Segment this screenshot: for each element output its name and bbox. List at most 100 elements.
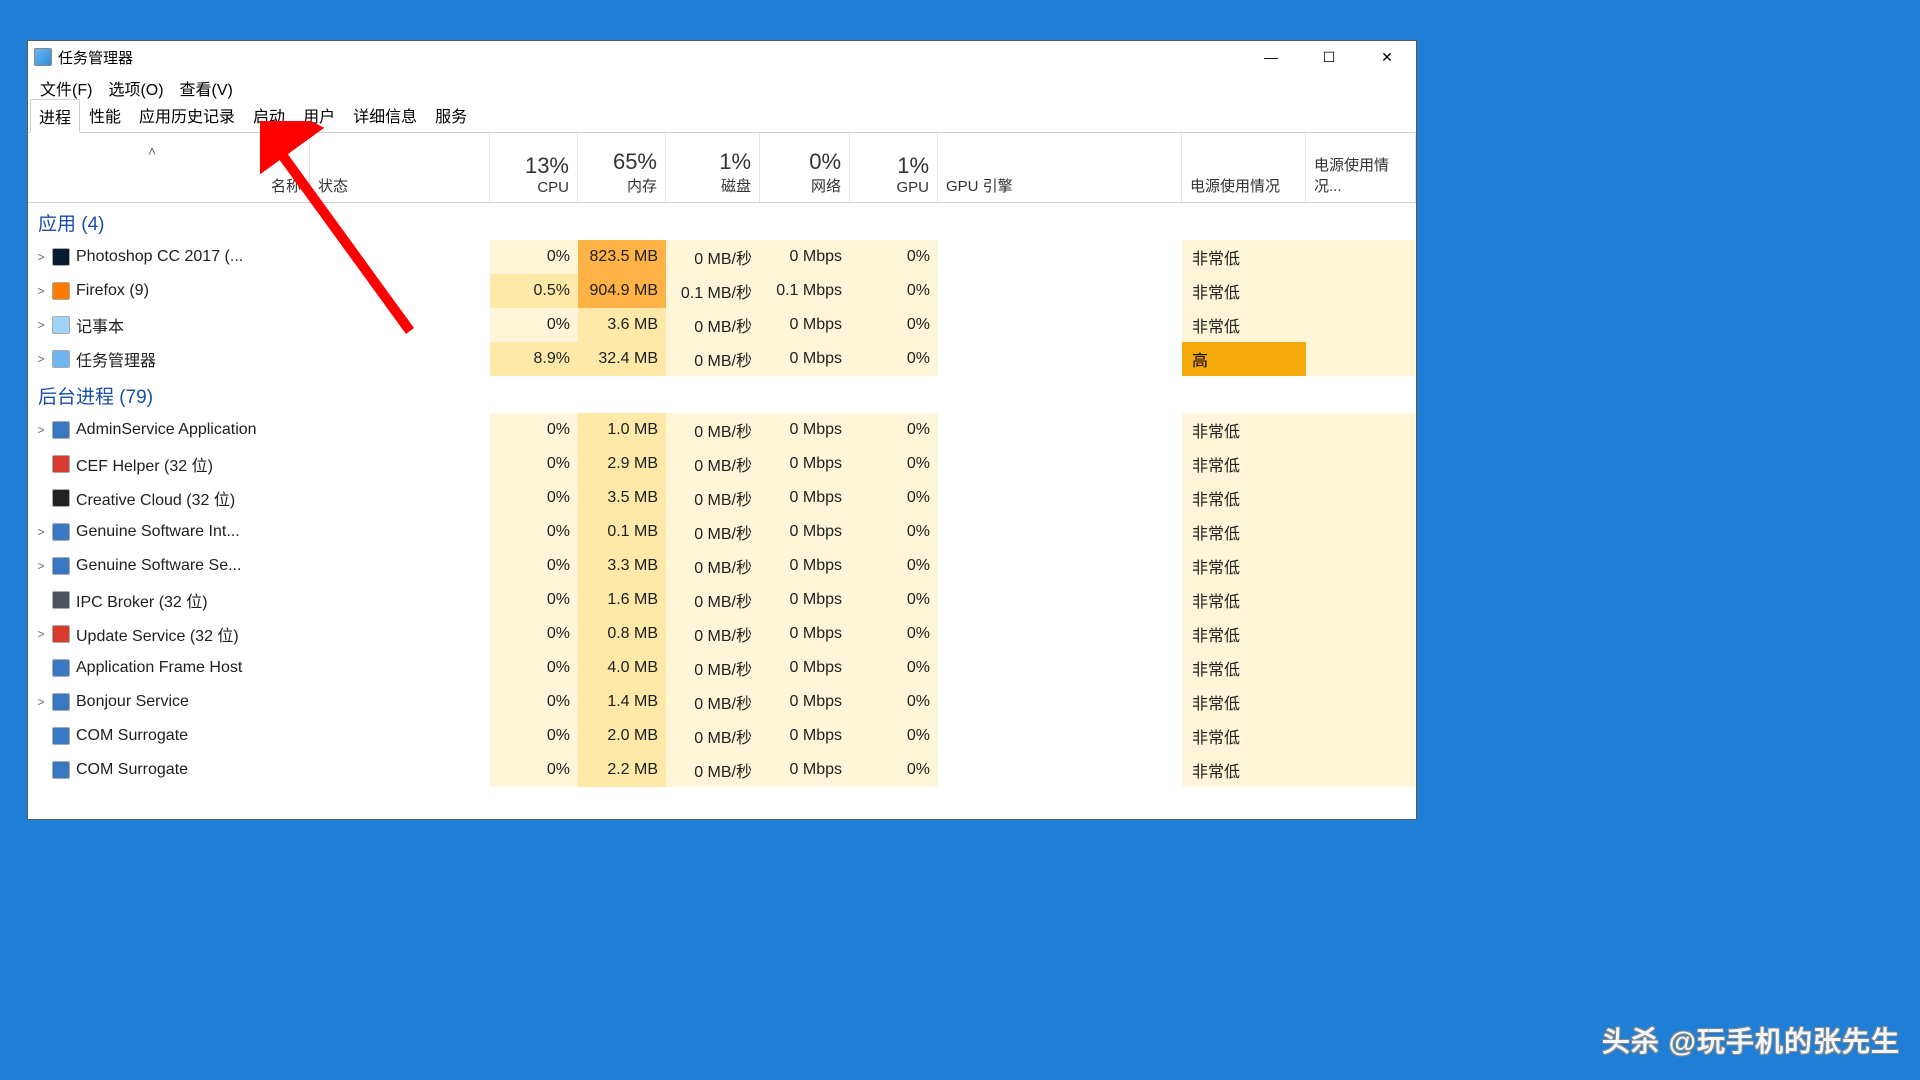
col-name[interactable]: 名称 ˄ (28, 133, 310, 202)
status-cell (310, 447, 490, 481)
process-name: 记事本 (76, 313, 124, 337)
process-name-cell[interactable]: CEF Helper (32 位) (28, 447, 310, 481)
process-name: Bonjour Service (76, 693, 189, 711)
table-row[interactable]: >Photoshop CC 2017 (...0%823.5 MB0 MB/秒0… (28, 240, 1416, 274)
maximize-button[interactable]: ☐ (1300, 41, 1358, 73)
disk-cell: 0 MB/秒 (666, 447, 760, 481)
process-name-cell[interactable]: > Bonjour Service (28, 685, 310, 719)
tab-processes[interactable]: 进程 (30, 99, 80, 133)
process-name-cell[interactable]: >Genuine Software Int... (28, 515, 310, 549)
table-row[interactable]: >Bonjour Service0%1.4 MB0 MB/秒0 Mbps0%非常… (28, 685, 1416, 719)
table-row[interactable]: >AdminService Application0%1.0 MB0 MB/秒0… (28, 413, 1416, 447)
process-name-cell[interactable]: Application Frame Host (28, 651, 310, 685)
process-name-cell[interactable]: Creative Cloud (32 位) (28, 481, 310, 515)
table-row[interactable]: >Firefox (9)0.5%904.9 MB0.1 MB/秒0.1 Mbps… (28, 274, 1416, 308)
expand-chevron-icon[interactable]: > (36, 352, 46, 366)
col-memory[interactable]: 65% 内存 (578, 133, 666, 202)
process-name-cell[interactable]: >AdminService Application (28, 413, 310, 447)
process-name-cell[interactable]: > Genuine Software Se... (28, 549, 310, 583)
network-cell: 0 Mbps (760, 753, 850, 787)
memory-cell: 823.5 MB (578, 240, 666, 274)
table-row[interactable]: >Genuine Software Se...0%3.3 MB0 MB/秒0 M… (28, 549, 1416, 583)
gpu-engine-cell (938, 753, 1182, 787)
table-row[interactable]: >Genuine Software Int...0%0.1 MB0 MB/秒0 … (28, 515, 1416, 549)
tab-services[interactable]: 服务 (426, 98, 476, 132)
process-name: Genuine Software Se... (76, 557, 241, 575)
expand-chevron-icon[interactable]: > (36, 423, 46, 437)
process-name-cell[interactable]: COM Surrogate (28, 753, 310, 787)
power-cell: 非常低 (1182, 515, 1306, 549)
process-table-body[interactable]: 应用 (4) > Photoshop CC 2017 (... 0% 823.5 MB 0… (28, 203, 1416, 819)
table-row[interactable]: >Update Service (32 位)0%0.8 MB0 MB/秒0 Mb… (28, 617, 1416, 651)
col-cpu[interactable]: 13% CPU (490, 133, 578, 202)
cpu-cell: 0% (490, 583, 578, 617)
col-network-label: 网络 (811, 175, 841, 196)
network-cell: 0 Mbps (760, 651, 850, 685)
expand-chevron-icon[interactable]: > (36, 250, 46, 264)
expand-chevron-icon[interactable]: > (36, 559, 46, 573)
table-row[interactable]: IPC Broker (32 位)0%1.6 MB0 MB/秒0 Mbps0%非… (28, 583, 1416, 617)
process-name-cell[interactable]: > Photoshop CC 2017 (... (28, 240, 310, 274)
process-name: Firefox (9) (76, 282, 149, 300)
table-row[interactable]: CEF Helper (32 位)0%2.9 MB0 MB/秒0 Mbps0%非… (28, 447, 1416, 481)
table-row[interactable]: COM Surrogate0%2.0 MB0 MB/秒0 Mbps0%非常低 (28, 719, 1416, 753)
group-header-apps[interactable]: 应用 (4) (28, 203, 1416, 240)
tab-startup[interactable]: 启动 (244, 98, 294, 132)
memory-cell: 3.5 MB (578, 481, 666, 515)
table-row[interactable]: COM Surrogate0%2.2 MB0 MB/秒0 Mbps0%非常低 (28, 753, 1416, 787)
col-power-trend[interactable]: 电源使用情况... (1306, 133, 1416, 202)
expand-chevron-icon[interactable]: > (36, 627, 46, 641)
expand-chevron-icon[interactable]: > (36, 318, 46, 332)
col-network[interactable]: 0% 网络 (760, 133, 850, 202)
memory-cell: 1.6 MB (578, 583, 666, 617)
close-button[interactable]: ✕ (1358, 41, 1416, 73)
gpu-cell: 0% (850, 481, 938, 515)
status-cell (310, 240, 490, 274)
col-disk[interactable]: 1% 磁盘 (666, 133, 760, 202)
process-name: Photoshop CC 2017 (... (76, 248, 243, 266)
col-gpu-engine[interactable]: GPU 引擎 (938, 133, 1182, 202)
expand-chevron-icon[interactable]: > (36, 284, 46, 298)
tab-users[interactable]: 用户 (294, 98, 344, 132)
status-cell (310, 549, 490, 583)
power-trend-cell (1306, 274, 1416, 308)
table-row[interactable]: Application Frame Host0%4.0 MB0 MB/秒0 Mb… (28, 651, 1416, 685)
table-row[interactable]: >记事本0%3.6 MB0 MB/秒0 Mbps0%非常低 (28, 308, 1416, 342)
cpu-cell: 0% (490, 753, 578, 787)
disk-cell: 0 MB/秒 (666, 719, 760, 753)
process-name-cell[interactable]: >Update Service (32 位) (28, 617, 310, 651)
cpu-cell: 0% (490, 617, 578, 651)
cpu-cell: 0% (490, 447, 578, 481)
disk-cell: 0 MB/秒 (666, 413, 760, 447)
process-name-cell[interactable]: COM Surrogate (28, 719, 310, 753)
minimize-button[interactable]: — (1242, 41, 1300, 73)
adobe-icon (52, 455, 70, 473)
tab-details[interactable]: 详细信息 (344, 98, 426, 132)
col-gpu[interactable]: 1% GPU (850, 133, 938, 202)
group-header-background[interactable]: 后台进程 (79) (28, 376, 1416, 413)
process-name-cell[interactable]: > Firefox (9) (28, 274, 310, 308)
tab-strip: 进程性能应用历史记录启动用户详细信息服务 (28, 103, 1416, 133)
memory-cell: 4.0 MB (578, 651, 666, 685)
gpu-engine-cell (938, 240, 1182, 274)
expand-chevron-icon[interactable]: > (36, 695, 46, 709)
col-cpu-pct: 13% (525, 153, 569, 179)
task-manager-window: 任务管理器 — ☐ ✕ 文件(F) 选项(O) 查看(V) 进程性能应用历史记录… (27, 40, 1417, 820)
power-trend-cell (1306, 481, 1416, 515)
memory-cell: 32.4 MB (578, 342, 666, 376)
tab-performance[interactable]: 性能 (80, 98, 130, 132)
process-name-cell[interactable]: > 记事本 (28, 308, 310, 342)
tab-app-history[interactable]: 应用历史记录 (130, 98, 244, 132)
titlebar[interactable]: 任务管理器 — ☐ ✕ (28, 41, 1416, 73)
col-status[interactable]: 状态 (310, 133, 490, 202)
expand-chevron-icon[interactable]: > (36, 525, 46, 539)
table-row[interactable]: Creative Cloud (32 位)0%3.5 MB0 MB/秒0 Mbp… (28, 481, 1416, 515)
process-name-cell[interactable]: IPC Broker (32 位) (28, 583, 310, 617)
process-name-cell[interactable]: >任务管理器 (28, 342, 310, 376)
col-status-label: 状态 (318, 175, 481, 196)
memory-cell: 904.9 MB (578, 274, 666, 308)
col-memory-pct: 65% (613, 149, 657, 175)
table-row[interactable]: >任务管理器8.9%32.4 MB0 MB/秒0 Mbps0%高 (28, 342, 1416, 376)
col-power[interactable]: 电源使用情况 (1182, 133, 1306, 202)
gpu-engine-cell (938, 719, 1182, 753)
